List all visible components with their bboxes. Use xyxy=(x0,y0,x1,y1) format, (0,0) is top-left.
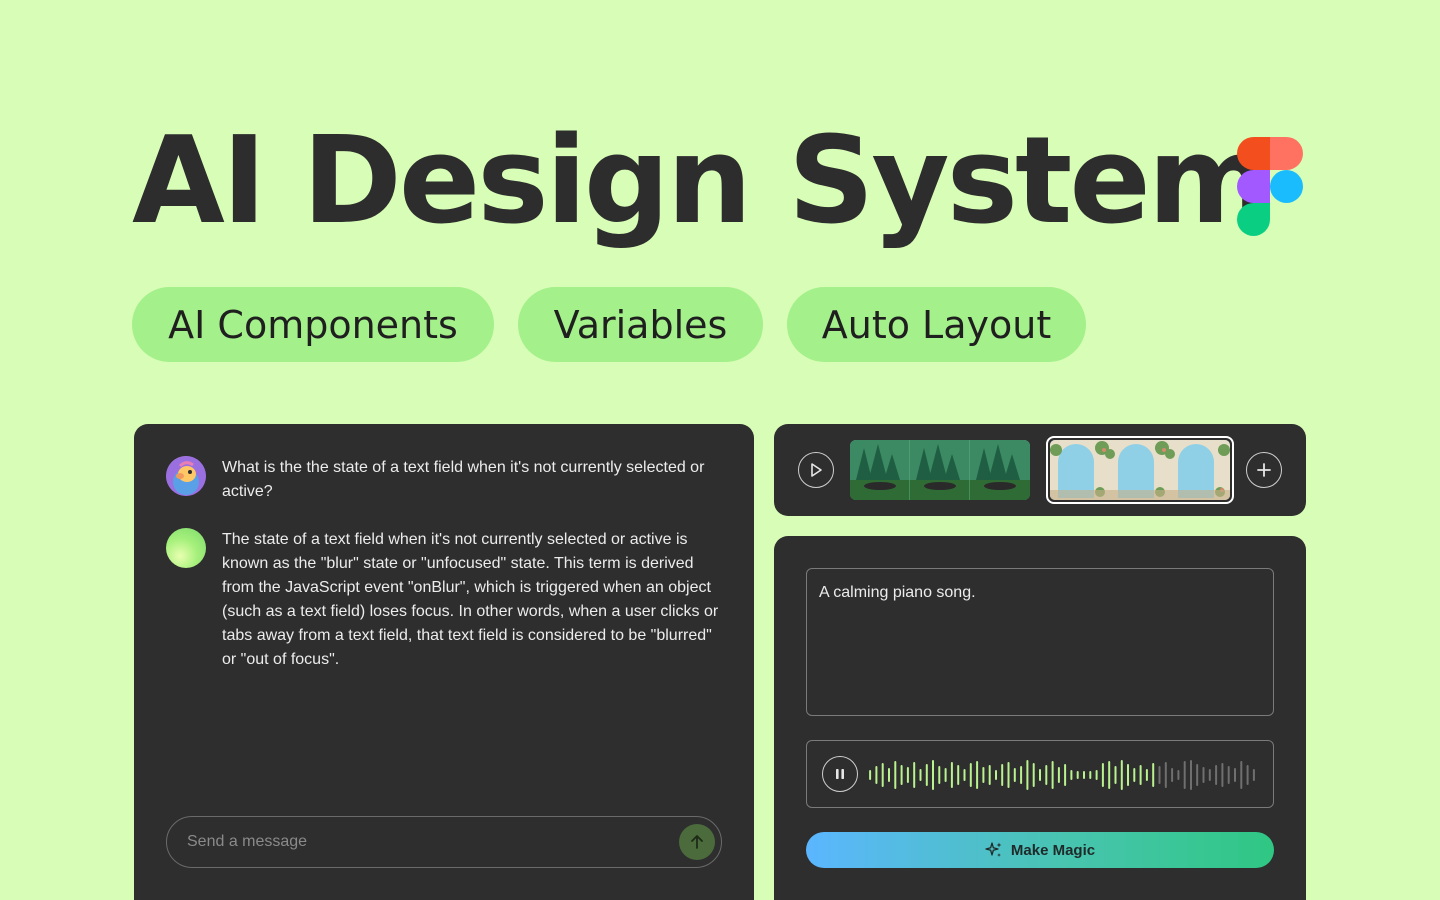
waveform-bar xyxy=(1095,770,1098,780)
forest-scene-image xyxy=(850,440,1030,500)
waveform-bar xyxy=(995,770,997,780)
waveform-bar xyxy=(932,760,934,790)
waveform-bar xyxy=(1032,763,1035,787)
waveform-bar xyxy=(1139,765,1142,785)
waveform-bar xyxy=(1240,761,1243,789)
waveform-bar xyxy=(1026,760,1029,790)
chat-message-text: The state of a text field when it's not … xyxy=(222,531,719,668)
waveform-bar xyxy=(1164,762,1167,788)
waveform-bar xyxy=(963,769,966,781)
sparkles-icon xyxy=(985,842,1002,857)
waveform-bar xyxy=(1183,761,1186,789)
waveform-bar xyxy=(1246,765,1249,785)
add-button[interactable] xyxy=(1246,452,1282,488)
waveform-bar xyxy=(881,763,884,787)
waveform-bar xyxy=(1202,767,1205,783)
message-input-field[interactable] xyxy=(166,816,722,868)
music-generator-panel: A calming piano song. Make Magic xyxy=(774,536,1306,900)
waveform-bar xyxy=(938,766,941,784)
audio-waveform[interactable] xyxy=(867,755,1257,795)
ai-orb-avatar xyxy=(166,528,206,568)
waveform-bar xyxy=(906,767,909,783)
waveform-bar xyxy=(1190,760,1192,790)
waveform-bar xyxy=(888,768,890,782)
garden-arches-thumbnail[interactable] xyxy=(1046,436,1234,504)
play-icon xyxy=(811,463,822,477)
waveform-bar xyxy=(875,766,878,784)
waveform-bar xyxy=(1127,764,1129,786)
waveform-bar xyxy=(913,762,916,788)
waveform-bar xyxy=(1145,769,1148,781)
waveform-bar xyxy=(1045,765,1048,785)
make-magic-button[interactable]: Make Magic xyxy=(806,832,1274,868)
prompt-text: A calming piano song. xyxy=(819,584,976,601)
waveform-bar xyxy=(1064,764,1067,786)
waveform-bar xyxy=(1057,767,1060,783)
tag-ai-components: AI Components xyxy=(132,287,494,362)
waveform-bar xyxy=(1152,763,1155,787)
waveform-bar xyxy=(976,761,979,789)
waveform-bar xyxy=(1108,761,1111,789)
tag-variables: Variables xyxy=(518,287,763,362)
waveform-bar xyxy=(1114,766,1117,784)
waveform-bar xyxy=(900,765,903,785)
chat-message-text: What is the the state of a text field wh… xyxy=(222,459,705,500)
garden-arches-image xyxy=(1050,440,1230,500)
waveform-bar xyxy=(1171,768,1174,782)
message-input[interactable] xyxy=(187,833,647,851)
waveform-bar xyxy=(982,767,985,783)
waveform-bar xyxy=(1177,770,1180,780)
waveform-bar xyxy=(1001,764,1004,786)
waveform-bar xyxy=(1089,771,1092,779)
waveform-bar xyxy=(1039,769,1041,781)
waveform-bar xyxy=(1076,771,1079,779)
chat-message-assistant: The state of a text field when it's not … xyxy=(166,528,722,672)
waveform-bar xyxy=(1007,762,1010,788)
waveform-bar xyxy=(944,768,947,782)
garden-arches-illustration xyxy=(1050,440,1230,500)
chat-panel: What is the the state of a text field wh… xyxy=(134,424,754,900)
waveform-bar xyxy=(1101,763,1104,787)
waveform-bar xyxy=(1196,764,1199,786)
waveform-bar xyxy=(1215,765,1218,785)
page-title: AI Design System xyxy=(132,112,1273,251)
waveform-bar xyxy=(1070,770,1073,780)
waveform-bar xyxy=(969,763,972,787)
waveform-bar xyxy=(1020,766,1023,784)
pause-button[interactable] xyxy=(822,756,858,792)
pause-icon xyxy=(836,769,844,779)
waveform-bar xyxy=(1013,768,1016,782)
waveform-bar xyxy=(919,769,922,781)
chat-message-user: What is the the state of a text field wh… xyxy=(166,456,722,504)
waveform-bar xyxy=(988,765,991,785)
play-button[interactable] xyxy=(798,452,834,488)
waveform-bar xyxy=(1120,760,1123,790)
waveform-bar xyxy=(957,765,960,785)
waveform-bar xyxy=(1221,763,1224,787)
waveform-bar xyxy=(1208,769,1211,781)
tag-auto-layout: Auto Layout xyxy=(787,287,1086,362)
waveform-bar xyxy=(1252,769,1255,781)
user-avatar xyxy=(166,456,206,496)
waveform-bar xyxy=(1227,766,1230,784)
waveform-bar xyxy=(1158,766,1161,784)
arrow-up-icon xyxy=(691,835,703,849)
plus-icon xyxy=(1257,463,1271,477)
waveform-bar xyxy=(1234,768,1236,782)
waveform-bar xyxy=(950,762,953,788)
waveform-bar xyxy=(1133,768,1136,782)
waveform-bar xyxy=(925,764,928,786)
waveform-bar xyxy=(1051,761,1054,789)
waveform-bar xyxy=(894,761,897,789)
forest-scene-thumbnail[interactable] xyxy=(850,440,1030,500)
media-strip xyxy=(774,424,1306,516)
waveform-bar xyxy=(869,770,872,780)
send-button[interactable] xyxy=(679,824,715,860)
make-magic-label: Make Magic xyxy=(1010,841,1096,859)
figma-logo xyxy=(1237,137,1303,236)
audio-player xyxy=(806,740,1274,808)
prompt-textarea[interactable]: A calming piano song. xyxy=(806,568,1274,716)
waveform-bar xyxy=(1083,771,1085,779)
user-avatar-icon xyxy=(166,456,206,496)
